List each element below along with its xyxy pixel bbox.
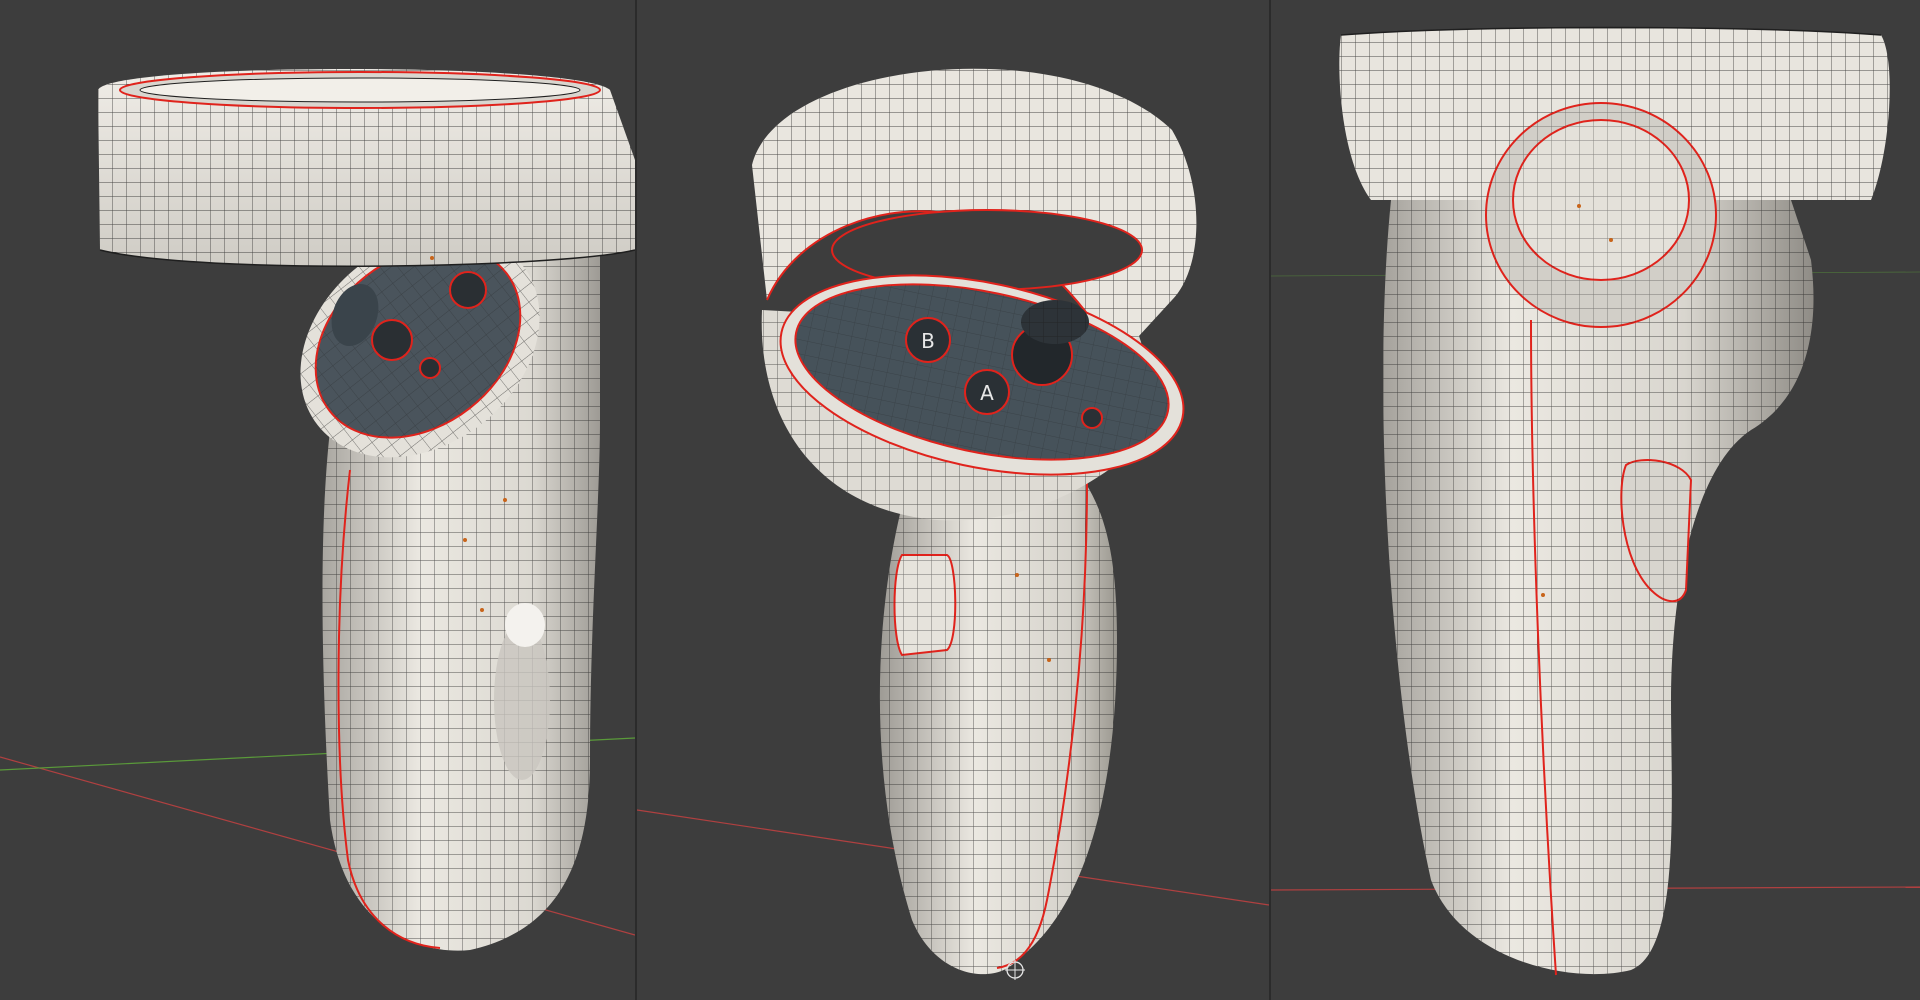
svg-text:B: B <box>921 329 935 353</box>
view-center-controller[interactable]: B A <box>637 0 1269 1000</box>
trigger-center <box>893 554 957 657</box>
button-left-2 <box>419 357 441 379</box>
controller-left-render <box>0 69 635 951</box>
svg-text:A: A <box>980 381 994 405</box>
thumbstick-left <box>449 271 487 309</box>
controller-center-render: B A <box>637 68 1269 980</box>
faceplate-right <box>1485 102 1717 328</box>
button-b: B <box>905 317 951 363</box>
grip-handle-center <box>879 460 1117 975</box>
grip-sensor <box>505 603 545 647</box>
view-left-controller[interactable] <box>0 0 635 1000</box>
button-left-1 <box>371 319 413 361</box>
controller-right-render <box>1271 26 1920 976</box>
tracking-ring <box>98 69 635 267</box>
button-a: A <box>964 369 1010 415</box>
3d-viewport[interactable]: B A <box>0 0 1920 1000</box>
menu-button-center <box>1081 407 1103 429</box>
view-right-controller[interactable] <box>1271 0 1920 1000</box>
